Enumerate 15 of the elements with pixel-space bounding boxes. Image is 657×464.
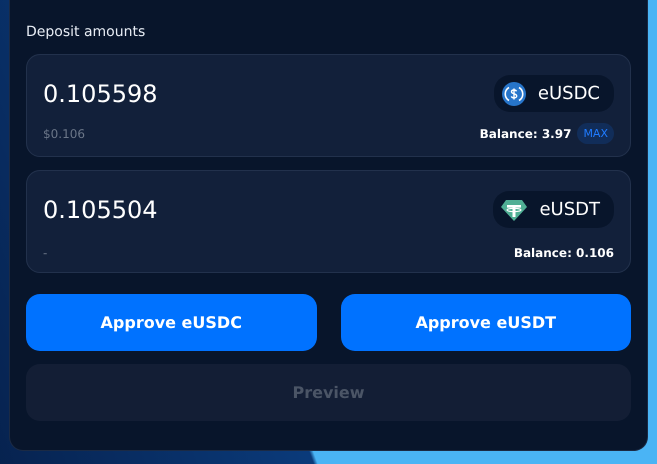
balance-text: Balance: 0.106 xyxy=(514,246,614,260)
amount-field[interactable]: 0.105504 eUSDT - Balance: 0.106 xyxy=(26,170,631,273)
amount-field[interactable]: 0.105598 eUSDC $0.106 Balance: 3.97 MAX xyxy=(26,54,631,157)
usd-value: $0.106 xyxy=(43,126,85,140)
dollar-coin-icon xyxy=(502,82,526,106)
tether-icon xyxy=(501,198,528,220)
amount-value: 0.105598 xyxy=(43,80,158,108)
approve-button[interactable]: Approve eUSDC xyxy=(26,294,316,351)
approve-button[interactable]: Approve eUSDT xyxy=(340,294,631,351)
section-title: Deposit amounts xyxy=(26,24,146,40)
amount-value: 0.105504 xyxy=(43,196,158,224)
usd-value: - xyxy=(43,246,48,260)
balance-text: Balance: 3.97 xyxy=(480,126,572,140)
token-selector[interactable]: eUSDT xyxy=(493,191,614,228)
token-selector[interactable]: eUSDC xyxy=(494,75,614,112)
